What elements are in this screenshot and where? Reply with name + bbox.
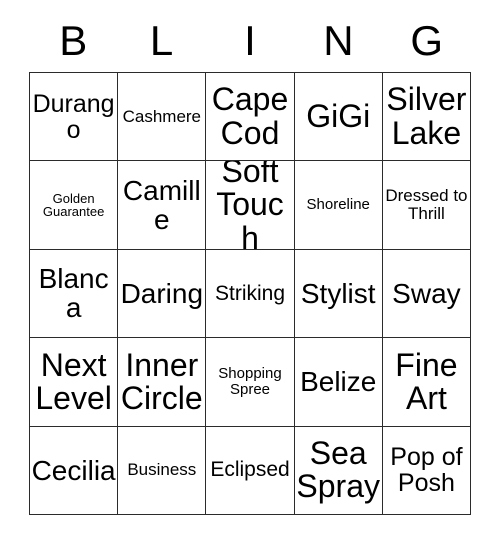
bingo-cell-r3-c1[interactable]: Inner Circle xyxy=(118,338,207,427)
bingo-grid: Durango Cashmere Cape Cod GiGi Silver Lake Go… xyxy=(29,72,472,515)
bingo-cell-label: Cape Cod xyxy=(211,81,289,151)
bingo-cell-r4-c3[interactable]: Sea Spray xyxy=(294,426,383,515)
bingo-cell-label: Shoreline xyxy=(306,196,370,214)
bingo-cell-label: Business xyxy=(127,460,197,480)
bingo-cell-label: Cashmere xyxy=(122,106,202,126)
bingo-cell-r3-c2[interactable]: Shopping Spree xyxy=(206,338,295,427)
bingo-cell-r1-c3[interactable]: Shoreline xyxy=(294,161,383,250)
bingo-cell-label: GiGi xyxy=(306,98,371,135)
bingo-cell-label: Sway xyxy=(392,277,461,309)
bingo-cell-label: Eclipsed xyxy=(210,458,290,482)
bingo-header-letter-3: N xyxy=(323,17,354,64)
bingo-cell-r2-c4[interactable]: Sway xyxy=(382,249,472,339)
bingo-cell-label: Daring xyxy=(120,277,204,309)
bingo-cell-r3-c0[interactable]: Next Level xyxy=(30,338,119,427)
bingo-cell-r0-c3[interactable]: GiGi xyxy=(294,73,383,162)
bingo-cell-r3-c4[interactable]: Fine Art xyxy=(382,338,472,427)
bingo-cell-r4-c2[interactable]: Eclipsed xyxy=(206,426,295,515)
bingo-header-letter-4: G xyxy=(410,17,444,64)
bingo-row: Next Level Inner Circle Shopping Spree Beli… xyxy=(30,338,472,427)
bingo-cell-label: Stylist xyxy=(300,277,376,309)
bingo-cell-r1-c4[interactable]: Dressed to Thrill xyxy=(382,161,472,250)
bingo-cell-r0-c0[interactable]: Durango xyxy=(30,73,119,162)
bingo-row: Cecilia Business Eclipsed Sea Spray Pop of P… xyxy=(30,426,472,515)
bingo-cell-label: Silver Lake xyxy=(386,81,467,151)
bingo-row: Durango Cashmere Cape Cod GiGi Silver Lake xyxy=(30,73,472,162)
bingo-cell-label: Pop of Posh xyxy=(390,443,463,498)
bingo-cell-r1-c2[interactable]: Soft Touch xyxy=(206,161,295,250)
bingo-header-letter-2: I xyxy=(244,17,256,64)
bingo-card: B L I N G Durango Cashmere Cape Cod GiGi Silver … xyxy=(29,10,472,515)
bingo-cell-r2-c0[interactable]: Blanca xyxy=(30,249,119,339)
bingo-header-letter-1: L xyxy=(149,17,174,64)
bingo-cell-label: Soft Touch xyxy=(216,161,284,250)
bingo-row: Golden Guarantee Camille Soft Touch Shoreli… xyxy=(30,161,472,250)
bingo-cell-label: Camille xyxy=(122,174,201,236)
bingo-cell-r3-c3[interactable]: Belize xyxy=(294,338,383,427)
bingo-cell-r1-c1[interactable]: Camille xyxy=(118,161,207,250)
bingo-cell-r0-c4[interactable]: Silver Lake xyxy=(382,73,472,162)
bingo-cell-label: Durango xyxy=(32,89,115,144)
bingo-cell-label: Sea Spray xyxy=(296,434,380,505)
bingo-cell-r4-c4[interactable]: Pop of Posh xyxy=(382,426,472,515)
bingo-cell-label: Inner Circle xyxy=(120,346,203,416)
bingo-cell-r2-c2[interactable]: Striking xyxy=(206,249,295,339)
bingo-cell-label: Golden Guarantee xyxy=(42,190,105,220)
bingo-cell-label: Blanca xyxy=(38,263,109,324)
bingo-cell-label: Fine Art xyxy=(395,346,458,416)
bingo-header: BLING xyxy=(29,10,471,72)
bingo-cell-r0-c2[interactable]: Cape Cod xyxy=(206,73,295,162)
bingo-header-letter-0: B xyxy=(59,17,88,64)
bingo-cell-label: Cecilia xyxy=(31,454,116,486)
bingo-cell-label: Next Level xyxy=(35,346,112,416)
bingo-cell-r0-c1[interactable]: Cashmere xyxy=(118,73,207,162)
bingo-cell-label: Shopping Spree xyxy=(218,365,282,398)
bingo-cell-r2-c1[interactable]: Daring xyxy=(118,249,207,339)
bingo-cell-r2-c3[interactable]: Stylist xyxy=(294,249,383,339)
bingo-cell-r1-c0[interactable]: Golden Guarantee xyxy=(30,161,119,250)
bingo-cell-r4-c0[interactable]: Cecilia xyxy=(30,426,119,515)
bingo-cell-label: Dressed to Thrill xyxy=(385,186,468,224)
bingo-cell-label: Striking xyxy=(214,281,286,305)
bingo-cell-label: Belize xyxy=(300,366,377,398)
bingo-row: Blanca Daring Striking Stylist Sway xyxy=(30,249,472,339)
bingo-cell-r4-c1[interactable]: Business xyxy=(118,426,207,515)
